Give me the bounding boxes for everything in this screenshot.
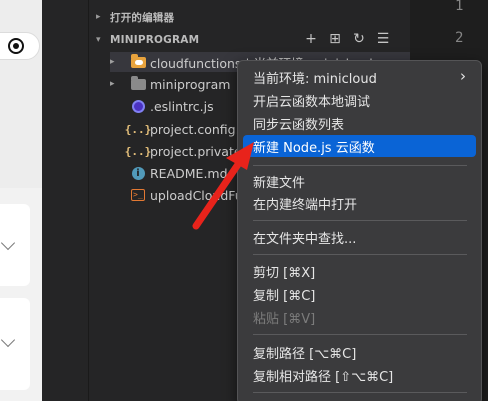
open-editors-header[interactable]: ▸ 打开的编辑器 xyxy=(96,6,174,28)
menu-item-paste: 粘贴 [⌘V] xyxy=(243,306,476,328)
json-braces-icon: {..} xyxy=(124,122,152,136)
menu-item-cut[interactable]: 剪切 [⌘X] xyxy=(243,260,476,282)
menu-separator xyxy=(253,334,467,335)
menu-item-label: 当前环境: minicloud xyxy=(253,71,377,87)
chevron-right-icon: › xyxy=(460,67,466,85)
eslint-icon xyxy=(131,99,145,113)
explorer-gutter xyxy=(42,0,88,401)
folder-icon xyxy=(130,75,146,90)
menu-item-sync-functions[interactable]: 同步云函数列表 xyxy=(243,112,476,134)
menu-item-label: 同步云函数列表 xyxy=(253,117,345,133)
tree-item-label: miniprogram xyxy=(150,76,231,92)
menu-item-label: 复制 [⌘C] xyxy=(253,288,316,304)
menu-item-copy[interactable]: 复制 [⌘C] xyxy=(243,283,476,305)
line-number: 2 xyxy=(455,30,464,46)
simulator-panel xyxy=(0,0,42,401)
simulator-header xyxy=(0,0,42,188)
menu-item-copy-relative-path[interactable]: 复制相对路径 [⇧⌥⌘C] xyxy=(243,364,476,386)
menu-item-label: 粘贴 [⌘V] xyxy=(253,311,316,327)
menu-item-label: 新建 Node.js 云函数 xyxy=(253,140,375,156)
menu-item-new-nodejs-function[interactable]: 新建 Node.js 云函数 xyxy=(243,135,476,157)
chevron-down-icon: ▾ xyxy=(96,35,101,45)
close-target-icon[interactable] xyxy=(8,38,24,54)
menu-item-label: 开启云函数本地调试 xyxy=(253,94,371,110)
menu-item-local-debug[interactable]: 开启云函数本地调试 xyxy=(243,89,476,111)
menu-item-label: 在内建终端中打开 xyxy=(253,197,358,213)
collapse-all-icon[interactable]: ☰ xyxy=(375,30,391,48)
json-braces-icon: {..} xyxy=(124,144,152,158)
chevron-right-icon: ▸ xyxy=(110,79,115,89)
menu-item-copy-path[interactable]: 复制路径 [⌥⌘C] xyxy=(243,341,476,363)
menu-item-open-in-terminal[interactable]: 在内建终端中打开 xyxy=(243,192,476,214)
menu-separator xyxy=(253,165,467,166)
tree-item-label: .eslintrc.js xyxy=(150,98,214,114)
refresh-icon[interactable]: ↻ xyxy=(351,30,367,48)
chevron-right-icon: ▸ xyxy=(96,12,101,22)
open-editors-label: 打开的编辑器 xyxy=(110,11,175,24)
menu-item-current-env[interactable]: 当前环境: minicloud › xyxy=(243,66,476,88)
info-icon: i xyxy=(131,166,145,180)
context-menu: 当前环境: minicloud › 开启云函数本地调试 同步云函数列表 新建 N… xyxy=(237,60,482,401)
menu-item-new-file[interactable]: 新建文件 xyxy=(243,170,476,192)
new-folder-icon[interactable]: ⊞ xyxy=(327,30,343,48)
menu-item-label: 剪切 [⌘X] xyxy=(253,265,316,281)
project-label: MINIPROGRAM xyxy=(110,34,200,46)
menu-separator xyxy=(253,392,467,393)
menu-item-label: 复制路径 [⌥⌘C] xyxy=(253,346,357,362)
menu-item-label: 新建文件 xyxy=(253,175,306,191)
menu-separator xyxy=(253,220,467,221)
shell-icon: >_ xyxy=(131,189,145,201)
chevron-right-icon: ▸ xyxy=(110,57,115,67)
line-number: 1 xyxy=(455,0,464,14)
menu-item-label: 在文件夹中查找... xyxy=(253,231,357,247)
project-header[interactable]: ▾ MINIPROGRAM xyxy=(96,29,199,51)
menu-item-find-in-folder[interactable]: 在文件夹中查找... xyxy=(243,226,476,248)
cloud-folder-icon xyxy=(130,53,146,68)
menu-separator xyxy=(253,254,467,255)
menu-item-label: 复制相对路径 [⇧⌥⌘C] xyxy=(253,369,394,385)
tree-item-label: README.md xyxy=(150,165,228,181)
explorer-actions: + ⊞ ↻ ☰ xyxy=(303,30,391,48)
new-file-icon[interactable]: + xyxy=(303,30,319,48)
